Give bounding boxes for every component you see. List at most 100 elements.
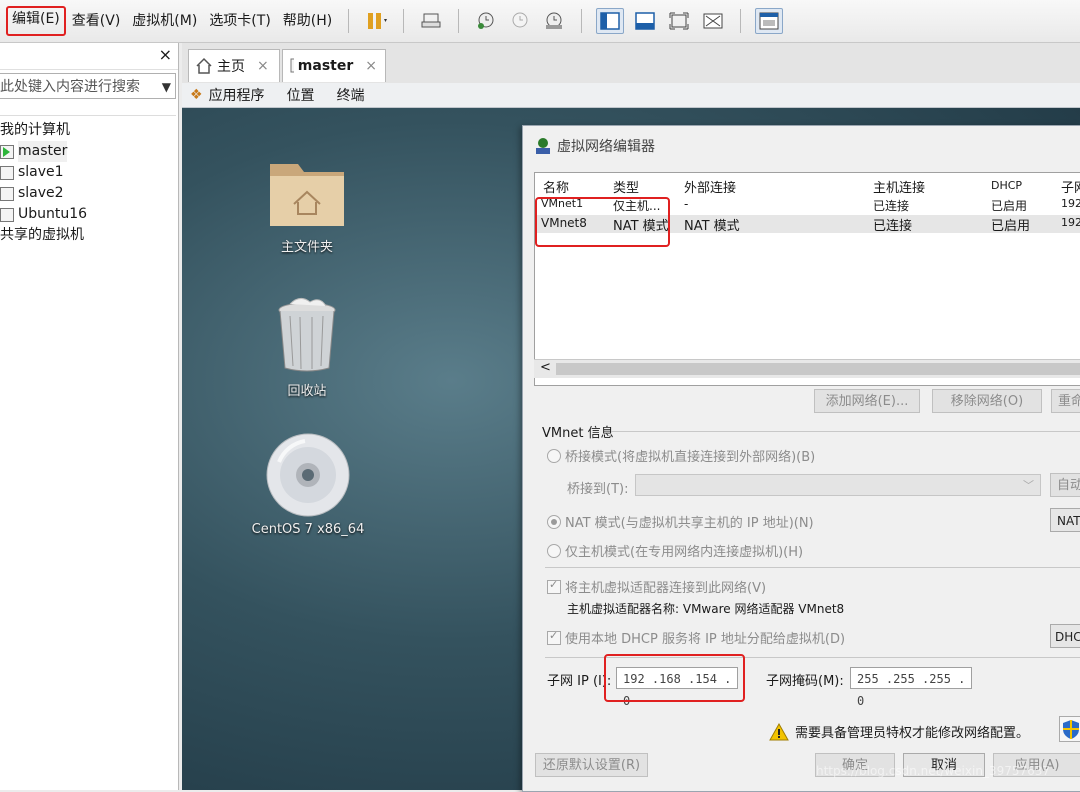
tree-item-label: Ubuntu16: [18, 206, 88, 222]
desktop-cdrom[interactable]: CentOS 7 x86_64: [248, 432, 368, 537]
tab-label: 主页: [217, 59, 245, 75]
column-header-host[interactable]: 主机连接: [873, 177, 925, 196]
host-only-label: 仅主机模式(在专用网络内连接虚拟机)(H): [565, 545, 804, 560]
cd-icon: [266, 433, 350, 517]
radio-circle: [547, 544, 561, 558]
sidebar-header: ×: [0, 43, 178, 70]
tree-item-label: 共享的虚拟机: [0, 227, 84, 243]
scroll-left-icon[interactable]: <: [540, 360, 551, 375]
subnet-ip-label: 子网 IP (I):: [547, 674, 612, 689]
trash-icon: [278, 298, 336, 372]
column-header-name[interactable]: 名称: [543, 177, 569, 196]
dhcp-settings-button[interactable]: DHCP: [1050, 624, 1080, 648]
add-network-button[interactable]: 添加网络(E)...: [814, 389, 920, 413]
tree-item-ubuntu16[interactable]: Ubuntu16: [0, 204, 176, 225]
shield-icon: [1063, 720, 1079, 739]
menu-vm[interactable]: 虚拟机(M): [126, 8, 203, 34]
bridge-to-select[interactable]: ﹀: [635, 474, 1041, 496]
remove-network-button[interactable]: 移除网络(O): [932, 389, 1042, 413]
column-header-subnet[interactable]: 子网: [1061, 177, 1080, 196]
sidebar-close-icon[interactable]: ×: [159, 45, 172, 64]
toolbar-separator: [581, 9, 583, 33]
dialog-title: 虚拟网络编辑器: [557, 139, 655, 155]
desktop-icon-label: CentOS 7 x86_64: [251, 522, 365, 537]
guest-menu-applications[interactable]: 应用程序: [209, 85, 265, 105]
fullscreen-icon[interactable]: [666, 9, 692, 33]
sidebar-view-icon[interactable]: [596, 8, 625, 34]
menu-bar: 编辑(E) 查看(V) 虚拟机(M) 选项卡(T) 帮助(H): [0, 0, 1080, 43]
network-list: 名称 类型 外部连接 主机连接 DHCP 子网 VMnet1 仅主机... - …: [534, 172, 1080, 386]
network-row-vmnet1[interactable]: VMnet1 仅主机... - 已连接 已启用 192: [535, 197, 1080, 215]
host-only-radio[interactable]: 仅主机模式(在专用网络内连接虚拟机)(H): [547, 541, 803, 560]
radio-circle: [547, 515, 561, 529]
guest-menu-places[interactable]: 位置: [287, 85, 315, 105]
tree-item-label: 我的计算机: [0, 122, 70, 138]
menu-help[interactable]: 帮助(H): [277, 8, 338, 34]
tab-close-icon[interactable]: ×: [365, 58, 377, 74]
section-divider: [545, 657, 1080, 658]
column-header-external[interactable]: 外部连接: [684, 177, 736, 196]
tab-master[interactable]: master ×: [282, 49, 386, 82]
toolbar-separator: [740, 9, 742, 33]
revert-snapshot-icon[interactable]: [507, 9, 533, 33]
section-divider: [545, 567, 1080, 568]
send-keys-icon[interactable]: [418, 9, 444, 33]
scrollbar-thumb[interactable]: [556, 363, 1080, 375]
guest-top-bar: ❖ 应用程序 位置 终端: [182, 83, 1080, 108]
subnet-mask-field[interactable]: 255 .255 .255 . 0: [850, 667, 972, 708]
subnet-ip-field[interactable]: 192 .168 .154 . 0: [616, 667, 738, 708]
snapshot-icon[interactable]: [473, 9, 499, 33]
menu-edit[interactable]: 编辑(E): [6, 6, 66, 36]
guest-menu-terminal[interactable]: 终端: [337, 85, 365, 105]
connect-adapter-checkbox[interactable]: 将主机虚拟适配器连接到此网络(V): [547, 577, 766, 596]
tab-bar: 主页 × master ×: [182, 43, 1080, 83]
network-list-scrollbar[interactable]: <: [534, 359, 1080, 378]
menu-tabs[interactable]: 选项卡(T): [203, 8, 276, 34]
rename-network-button[interactable]: 重命: [1051, 389, 1080, 413]
bridge-mode-radio[interactable]: 桥接模式(将虚拟机直接连接到外部网络)(B): [547, 446, 815, 465]
tree-item-label: master: [18, 141, 68, 162]
desktop-home-folder[interactable]: 主文件夹: [262, 152, 352, 255]
snapshot-manager-icon[interactable]: [541, 9, 567, 33]
tree-item-master[interactable]: master: [0, 141, 176, 162]
unity-icon[interactable]: [700, 9, 726, 33]
desktop-trash[interactable]: 回收站: [262, 294, 352, 399]
warning-icon: [769, 722, 789, 740]
library-sidebar: × 此处键入内容进行搜索 ▼ 我的计算机 master slave1 slave…: [0, 43, 179, 790]
tab-home[interactable]: 主页 ×: [188, 49, 280, 82]
cell-dhcp: 已启用: [991, 219, 1031, 234]
column-header-dhcp[interactable]: DHCP: [991, 179, 1022, 192]
apps-icon: ❖: [190, 87, 203, 103]
tab-close-icon[interactable]: ×: [257, 58, 269, 74]
use-dhcp-checkbox[interactable]: 使用本地 DHCP 服务将 IP 地址分配给虚拟机(D): [547, 628, 845, 647]
group-divider: [611, 431, 1080, 432]
desktop-icon-label: 主文件夹: [280, 240, 333, 255]
tree-item-slave1[interactable]: slave1: [0, 162, 176, 183]
admin-notice-text: 需要具备管理员特权才能修改网络配置。: [795, 726, 1030, 741]
console-view-icon[interactable]: [632, 9, 658, 33]
auto-settings-button[interactable]: 自动: [1050, 473, 1080, 497]
search-input[interactable]: 此处键入内容进行搜索 ▼: [0, 73, 176, 99]
menu-view[interactable]: 查看(V): [66, 8, 127, 34]
nat-settings-button[interactable]: NAT: [1050, 508, 1080, 532]
nat-mode-radio[interactable]: NAT 模式(与虚拟机共享主机的 IP 地址)(N): [547, 512, 814, 531]
cell-name: VMnet8: [541, 216, 587, 230]
cell-host: 已连接: [873, 199, 910, 213]
tree-group-shared-vms[interactable]: 共享的虚拟机: [0, 225, 176, 246]
cell-host: 已连接: [873, 219, 913, 234]
change-settings-button[interactable]: [1059, 716, 1080, 742]
subnet-mask-label: 子网掩码(M):: [766, 674, 844, 689]
connect-adapter-label: 将主机虚拟适配器连接到此网络(V): [565, 581, 767, 596]
thumbnail-view-icon[interactable]: [755, 8, 784, 34]
pause-icon[interactable]: [363, 9, 389, 33]
network-row-vmnet8[interactable]: VMnet8 NAT 模式 NAT 模式 已连接 已启用 192: [535, 215, 1080, 234]
restore-defaults-button[interactable]: 还原默认设置(R): [535, 753, 648, 777]
cell-name: VMnet1: [541, 197, 584, 210]
vm-icon: [0, 165, 14, 180]
tree-item-slave2[interactable]: slave2: [0, 183, 176, 204]
column-header-type[interactable]: 类型: [613, 177, 639, 196]
tree-group-my-computer[interactable]: 我的计算机: [0, 120, 176, 141]
use-dhcp-label: 使用本地 DHCP 服务将 IP 地址分配给虚拟机(D): [565, 632, 846, 647]
dropdown-arrow-icon[interactable]: ▼: [162, 74, 171, 98]
vm-library-tree: 我的计算机 master slave1 slave2 Ubuntu16 共享的虚…: [0, 115, 176, 246]
